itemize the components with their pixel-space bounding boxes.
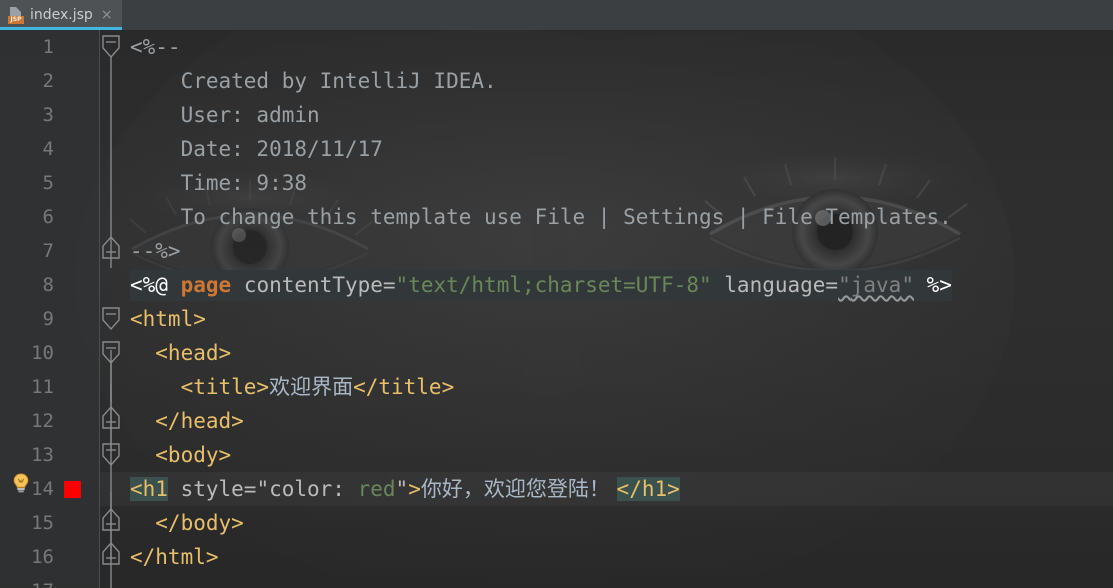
line-number: 13 xyxy=(31,444,54,466)
code-line[interactable]: 13 <body> xyxy=(0,438,1113,472)
line-number: 9 xyxy=(42,308,54,330)
code-token-comment: Date: 2018/11/17 xyxy=(130,137,383,161)
code-token-string-contenttype: "text/html;charset=UTF-8" xyxy=(395,273,712,297)
code-token-jsp-close: %> xyxy=(926,273,952,297)
breakpoint-gutter-cell[interactable] xyxy=(54,64,100,98)
code-line[interactable]: 7 --%> xyxy=(0,234,1113,268)
code-token-tag-body-close: </body> xyxy=(130,511,244,535)
code-line[interactable]: 16 </html> xyxy=(0,540,1113,574)
code-line[interactable]: 11 <title>欢迎界面</title> xyxy=(0,370,1113,404)
line-number: 6 xyxy=(42,206,54,228)
jsp-file-icon-badge: JSP xyxy=(8,15,24,24)
code-line[interactable]: 15 </body> xyxy=(0,506,1113,540)
code-token-tag-title-open: <title> xyxy=(130,375,270,399)
breakpoint-gutter-cell[interactable] xyxy=(54,268,100,302)
breakpoint-gutter-cell[interactable] xyxy=(54,98,100,132)
breakpoint-gutter-cell[interactable] xyxy=(54,506,100,540)
idea-editor-window: JSP index.jsp × 1 <%-- 2 Created by Inte… xyxy=(0,0,1113,588)
code-token-style-value-close: " xyxy=(395,477,409,501)
code-token-attr-contenttype: contentType= xyxy=(243,273,396,297)
code-token-title-text: 欢迎界面 xyxy=(269,375,354,399)
breakpoint-marker[interactable] xyxy=(64,481,81,498)
code-token-keyword-page: page xyxy=(180,273,232,297)
code-line[interactable]: 12 </head> xyxy=(0,404,1113,438)
line-number: 2 xyxy=(42,70,54,92)
breakpoint-gutter-cell[interactable] xyxy=(54,132,100,166)
code-token-attr-style: style= xyxy=(167,477,257,501)
line-number: 12 xyxy=(31,410,54,432)
code-token-tag-body-open: <body> xyxy=(130,443,232,467)
code-editor[interactable]: 1 <%-- 2 Created by IntelliJ IDEA. 3 Use… xyxy=(0,30,1113,588)
line-number: 16 xyxy=(31,546,54,568)
close-icon[interactable]: × xyxy=(101,8,113,22)
code-line[interactable]: 9 <html> xyxy=(0,302,1113,336)
code-token-comment: User: admin xyxy=(130,103,320,127)
code-token-tag-html-close: </html> xyxy=(130,545,219,569)
code-token-comment: Created by IntelliJ IDEA. xyxy=(130,69,497,93)
breakpoint-gutter-cell[interactable] xyxy=(54,472,100,506)
code-token-tag-title-close: </title> xyxy=(353,375,455,399)
line-number: 7 xyxy=(42,240,54,262)
line-number: 8 xyxy=(42,274,54,296)
editor-tab-bar: JSP index.jsp × xyxy=(0,0,1113,30)
code-line[interactable]: 4 Date: 2018/11/17 xyxy=(0,132,1113,166)
breakpoint-gutter-cell[interactable] xyxy=(54,438,100,472)
code-line-current[interactable]: 14 <h1 style="color: red">你好，欢迎您登陆！ </h1… xyxy=(0,472,1113,506)
code-line[interactable]: 3 User: admin xyxy=(0,98,1113,132)
code-token-attr-language: language= xyxy=(724,273,839,297)
code-token-comment: To change this template use File | Setti… xyxy=(130,205,952,229)
breakpoint-gutter-cell[interactable] xyxy=(54,234,100,268)
editor-tab-label: index.jsp xyxy=(30,7,93,23)
code-line[interactable]: 8 <%@ page contentType="text/html;charse… xyxy=(0,268,1113,302)
line-number: 11 xyxy=(31,376,54,398)
code-token-string-language: "java" xyxy=(838,273,914,297)
breakpoint-gutter-cell[interactable] xyxy=(54,302,100,336)
code-line[interactable]: 6 To change this template use File | Set… xyxy=(0,200,1113,234)
code-line[interactable]: 5 Time: 9:38 xyxy=(0,166,1113,200)
code-token-tag-h1-close: </h1> xyxy=(616,477,680,501)
code-line[interactable]: 1 <%-- xyxy=(0,30,1113,64)
breakpoint-gutter-cell[interactable] xyxy=(54,166,100,200)
breakpoint-gutter-cell[interactable] xyxy=(54,370,100,404)
code-line[interactable]: 2 Created by IntelliJ IDEA. xyxy=(0,64,1113,98)
intention-lightbulb-icon[interactable] xyxy=(10,472,32,494)
line-number: 10 xyxy=(31,342,54,364)
jsp-directive: <%@ page contentType="text/html;charset=… xyxy=(130,270,952,301)
code-token-tag-html-open: <html> xyxy=(130,307,206,331)
code-token-tag-head-open: <head> xyxy=(130,341,232,365)
line-number: 3 xyxy=(42,104,54,126)
code-token-tag-h1-gt: > xyxy=(408,477,421,501)
line-number: 17 xyxy=(0,580,54,588)
code-token-comment: <%-- xyxy=(130,35,181,59)
line-number: 5 xyxy=(42,172,54,194)
jsp-file-icon: JSP xyxy=(8,6,24,24)
code-line[interactable]: 17 xyxy=(0,574,1113,588)
code-token-h1-text: 你好，欢迎您登陆！ xyxy=(420,477,617,501)
code-token-comment: --%> xyxy=(130,239,181,263)
breakpoint-gutter-cell[interactable] xyxy=(54,30,100,64)
line-number: 15 xyxy=(31,512,54,534)
editor-tab-index-jsp[interactable]: JSP index.jsp × xyxy=(0,0,122,30)
code-token-style-value-open: "color: xyxy=(256,477,358,501)
breakpoint-gutter-cell[interactable] xyxy=(54,540,100,574)
code-token-jsp-open: <%@ xyxy=(130,273,168,297)
code-token-comment: Time: 9:38 xyxy=(130,171,308,195)
code-token-tag-head-close: </head> xyxy=(130,409,244,433)
breakpoint-gutter-cell[interactable] xyxy=(54,200,100,234)
breakpoint-gutter-cell[interactable] xyxy=(54,404,100,438)
line-number: 4 xyxy=(42,138,54,160)
code-lines: 1 <%-- 2 Created by IntelliJ IDEA. 3 Use… xyxy=(0,30,1113,588)
code-line[interactable]: 10 <head> xyxy=(0,336,1113,370)
breakpoint-gutter-cell[interactable] xyxy=(54,574,100,588)
breakpoint-gutter-cell[interactable] xyxy=(54,336,100,370)
code-token-style-value-color: red xyxy=(357,477,396,501)
line-number: 1 xyxy=(42,36,54,58)
code-token-tag-h1-open: <h1 xyxy=(130,477,168,501)
